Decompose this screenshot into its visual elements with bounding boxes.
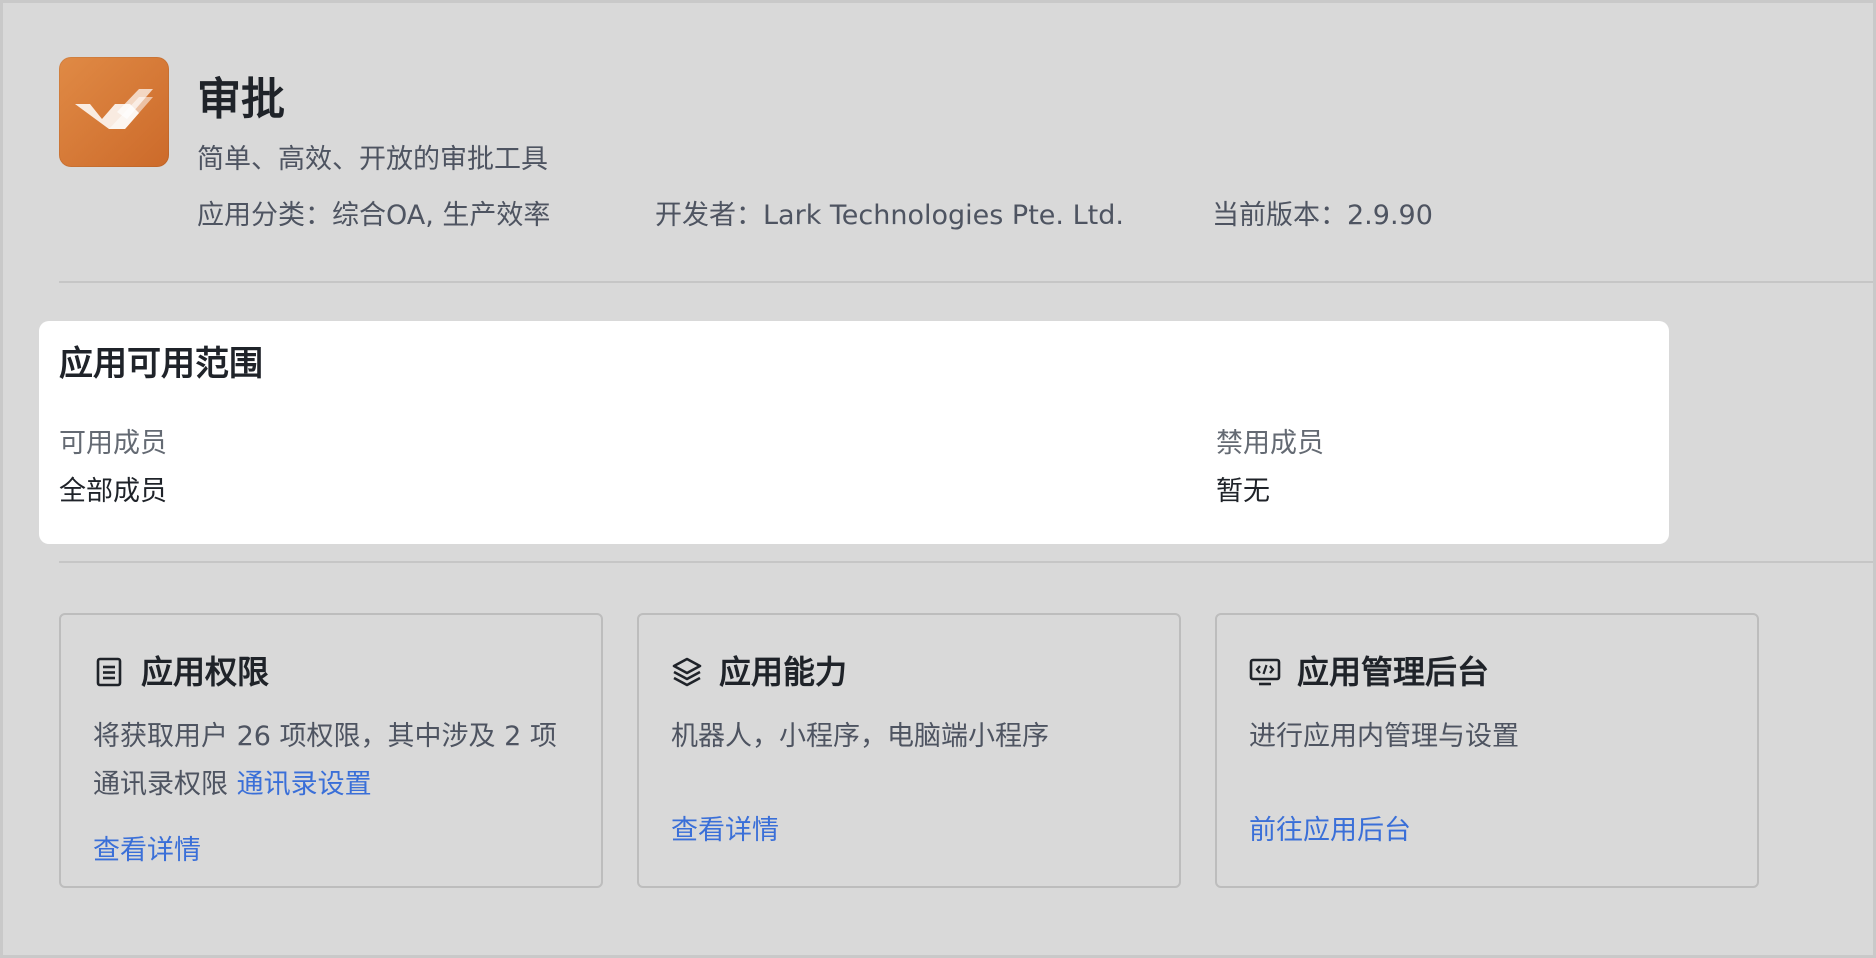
permissions-card-title: 应用权限 xyxy=(141,653,270,691)
disabled-members: 禁用成员 暂无 xyxy=(1216,425,1324,511)
approval-check-icon xyxy=(59,57,169,167)
available-members: 可用成员 全部成员 xyxy=(59,425,167,511)
scope-title: 应用可用范围 xyxy=(59,344,263,384)
app-category: 应用分类：综合OA, 生产效率 xyxy=(197,200,551,231)
admin-console-card-title: 应用管理后台 xyxy=(1297,653,1490,691)
availability-scope-panel: 应用可用范围 可用成员 全部成员 禁用成员 暂无 xyxy=(39,321,1669,544)
available-members-value: 全部成员 xyxy=(59,476,167,507)
capabilities-card-title: 应用能力 xyxy=(719,653,848,691)
app-developer: 开发者：Lark Technologies Pte. Ltd. xyxy=(655,200,1124,231)
disabled-members-value: 暂无 xyxy=(1216,476,1270,507)
document-list-icon xyxy=(93,656,125,688)
divider xyxy=(59,561,1873,563)
permissions-card-description: 将获取用户 26 项权限，其中涉及 2 项通讯录权限 通讯录设置 xyxy=(93,713,573,809)
capabilities-card-description: 机器人，小程序，电脑端小程序 xyxy=(671,721,1049,752)
go-to-admin-console-link[interactable]: 前往应用后台 xyxy=(1249,811,1411,851)
divider xyxy=(59,281,1873,283)
capabilities-card: 应用能力 机器人，小程序，电脑端小程序 查看详情 xyxy=(637,613,1181,888)
app-header: 审批 简单、高效、开放的审批工具 应用分类：综合OA, 生产效率 开发者：Lar… xyxy=(59,57,1873,257)
permissions-view-details-link[interactable]: 查看详情 xyxy=(93,831,201,871)
layers-icon xyxy=(671,656,703,688)
contacts-settings-link[interactable]: 通讯录设置 xyxy=(237,769,372,800)
disabled-members-label: 禁用成员 xyxy=(1216,428,1324,459)
app-title: 审批 xyxy=(197,74,285,125)
permissions-card: 应用权限 将获取用户 26 项权限，其中涉及 2 项通讯录权限 通讯录设置 查看… xyxy=(59,613,603,888)
app-description: 简单、高效、开放的审批工具 xyxy=(197,144,548,175)
app-version: 当前版本：2.9.90 xyxy=(1212,200,1433,231)
code-monitor-icon xyxy=(1249,656,1281,688)
admin-console-card: 应用管理后台 进行应用内管理与设置 前往应用后台 xyxy=(1215,613,1759,888)
app-detail-page: 审批 简单、高效、开放的审批工具 应用分类：综合OA, 生产效率 开发者：Lar… xyxy=(0,0,1876,958)
admin-console-card-description: 进行应用内管理与设置 xyxy=(1249,721,1519,752)
capabilities-view-details-link[interactable]: 查看详情 xyxy=(671,811,779,851)
available-members-label: 可用成员 xyxy=(59,428,167,459)
